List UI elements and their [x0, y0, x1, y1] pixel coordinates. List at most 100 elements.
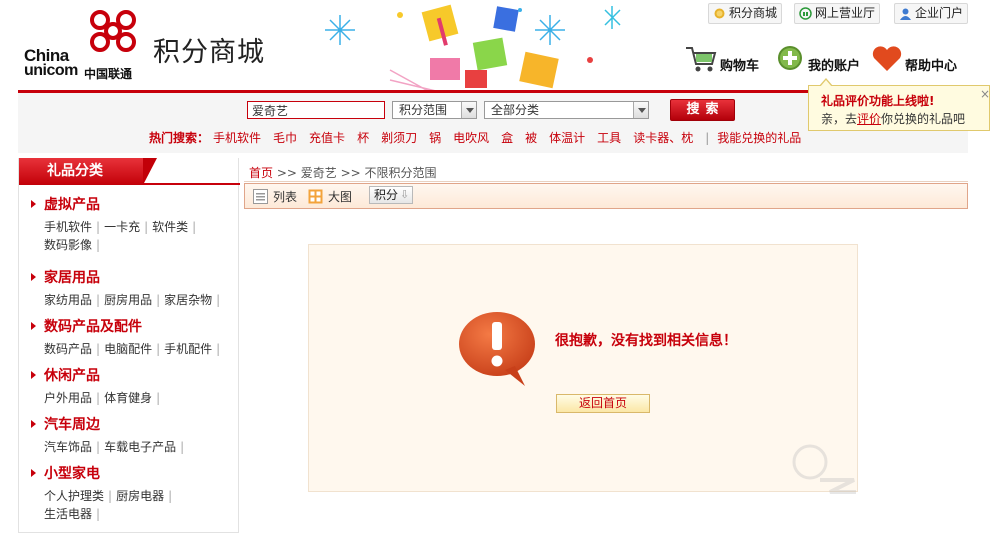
category-link[interactable]: 汽车饰品	[44, 440, 92, 454]
grid-view-icon	[308, 189, 323, 204]
headset-icon	[799, 7, 812, 20]
category-link[interactable]: 手机配件	[164, 342, 212, 356]
breadcrumb-sep: >>	[273, 166, 301, 180]
tooltip-suffix: 你兑换的礼品吧	[881, 112, 966, 126]
category-link[interactable]: 数码影像	[44, 238, 92, 252]
hot-keyword[interactable]: 盒	[501, 129, 513, 146]
hot-keyword[interactable]: 被	[525, 129, 537, 146]
hot-keyword[interactable]: 读卡器、枕	[633, 129, 693, 146]
search-button[interactable]: 搜索	[670, 99, 735, 121]
arrow-down-icon: ⇩	[400, 188, 410, 201]
category-link[interactable]: 户外用品	[44, 391, 92, 405]
nav-cart-label: 购物车	[720, 59, 760, 74]
breadcrumb-scope: 不限积分范围	[364, 166, 437, 180]
category-link[interactable]: 电脑配件	[104, 342, 152, 356]
category-name[interactable]: 数码产品及配件	[44, 316, 142, 336]
category-link[interactable]: 数码产品	[44, 342, 92, 356]
category-group: 家居用品 家纺用品 | 厨房用品 | 家居杂物 |	[29, 267, 234, 309]
category-group: 虚拟产品 手机软件 | 一卡充 | 软件类 | 数码影像 |	[29, 194, 234, 254]
chevron-down-icon[interactable]	[461, 102, 476, 118]
hot-keyword[interactable]: 杯	[357, 129, 369, 146]
category-link[interactable]: 软件类	[152, 220, 188, 234]
category-title[interactable]: 小型家电	[29, 463, 234, 483]
unicom-knot-icon	[90, 10, 136, 52]
china-unicom-logo[interactable]: China unicom 中国联通	[22, 8, 147, 81]
category-sidebar: 礼品分类 虚拟产品 手机软件 | 一卡充 | 软件类 | 数码影像 | 家居用品 家纺用品 | 厨…	[18, 158, 240, 533]
nav-account-label: 我的账户	[808, 59, 861, 74]
category-link[interactable]: 体育健身	[104, 391, 152, 405]
hot-search-label: 热门搜索：	[149, 131, 210, 145]
breadcrumb: 首页 >> 爱奇艺 >> 不限积分范围	[249, 164, 437, 181]
hot-search-row: 热门搜索： 手机软件 毛巾 充值卡 杯 剃须刀 锅 电吹风 盒 被 体温计 工具…	[149, 129, 813, 146]
category-name[interactable]: 家居用品	[44, 267, 100, 287]
category-links: 汽车饰品 | 车载电子产品 |	[44, 440, 185, 454]
sidebar-header: 礼品分类	[19, 158, 240, 185]
view-grid-label: 大图	[328, 190, 353, 204]
redeemable-gifts-link[interactable]: 我能兑换的礼品	[717, 129, 801, 146]
category-link[interactable]: 家纺用品	[44, 293, 92, 307]
review-link[interactable]: 评价	[857, 112, 881, 126]
category-title[interactable]: 数码产品及配件	[29, 316, 234, 336]
category-title[interactable]: 汽车周边	[29, 414, 234, 434]
category-link[interactable]: 手机软件	[44, 220, 92, 234]
category-title[interactable]: 家居用品	[29, 267, 234, 287]
sidebar-title: 礼品分类	[19, 158, 157, 185]
site-title: 积分商城	[153, 37, 265, 68]
back-home-button[interactable]: 返回首页	[556, 394, 650, 413]
hot-keyword[interactable]: 毛巾	[273, 129, 297, 146]
close-icon[interactable]: ×	[979, 88, 990, 100]
hot-keyword[interactable]: 手机软件	[213, 129, 261, 146]
triangle-right-icon	[31, 273, 36, 281]
top-link-online-hall[interactable]: 网上营业厅	[794, 3, 881, 24]
list-view-icon	[253, 189, 268, 204]
warning-bubble-icon	[459, 312, 535, 386]
category-group: 数码产品及配件 数码产品 | 电脑配件 | 手机配件 |	[29, 316, 234, 358]
hot-keyword[interactable]: 充值卡	[309, 129, 345, 146]
category-group: 汽车周边 汽车饰品 | 车载电子产品 |	[29, 414, 234, 456]
breadcrumb-home[interactable]: 首页	[249, 166, 273, 180]
category-name[interactable]: 小型家电	[44, 463, 100, 483]
nav-help[interactable]: 帮助中心	[871, 44, 957, 74]
category-select[interactable]: 全部分类	[484, 101, 649, 119]
nav-account[interactable]: 我的账户	[776, 44, 860, 74]
sort-by-points-button[interactable]: 积分 ⇩	[369, 186, 414, 204]
category-title[interactable]: 虚拟产品	[29, 194, 234, 214]
top-link-enterprise[interactable]: 企业门户	[894, 3, 969, 24]
points-range-select[interactable]: 积分范围	[392, 101, 477, 119]
breadcrumb-divider	[244, 181, 968, 182]
category-link[interactable]: 厨房电器	[116, 489, 164, 503]
triangle-right-icon	[31, 200, 36, 208]
search-input[interactable]	[247, 101, 385, 119]
coins-icon	[714, 8, 725, 19]
category-name[interactable]: 虚拟产品	[44, 194, 100, 214]
tooltip-body: 亲，去评价你兑换的礼品吧	[821, 110, 965, 127]
hot-keyword[interactable]: 剃须刀	[381, 129, 417, 146]
breadcrumb-keyword[interactable]: 爱奇艺	[301, 166, 337, 180]
category-links: 户外用品 | 体育健身 |	[44, 391, 161, 405]
category-link[interactable]: 个人护理类	[44, 489, 104, 503]
category-link[interactable]: 厨房用品	[104, 293, 152, 307]
view-list-option[interactable]: 列表	[253, 188, 297, 205]
category-link[interactable]: 车载电子产品	[104, 440, 176, 454]
view-list-label: 列表	[273, 190, 298, 204]
top-link-points-mall[interactable]: 积分商城	[708, 3, 783, 24]
category-name[interactable]: 休闲产品	[44, 365, 100, 385]
sort-label: 积分	[374, 188, 399, 202]
category-group: 小型家电 个人护理类 | 厨房电器 | 生活电器 |	[29, 463, 234, 523]
hot-keyword[interactable]: 体温计	[549, 129, 585, 146]
hot-keyword[interactable]: 工具	[597, 129, 621, 146]
category-link[interactable]: 家居杂物	[164, 293, 212, 307]
chevron-down-icon[interactable]	[633, 102, 648, 118]
category-name[interactable]: 汽车周边	[44, 414, 100, 434]
top-link-label: 积分商城	[729, 6, 778, 20]
category-group: 休闲产品 户外用品 | 体育健身 |	[29, 365, 234, 407]
hot-keyword[interactable]: 锅	[429, 129, 441, 146]
category-link[interactable]: 一卡充	[104, 220, 140, 234]
view-grid-option[interactable]: 大图	[308, 188, 352, 205]
hot-separator: |	[705, 130, 710, 145]
logo-cn: 中国联通	[84, 67, 133, 81]
category-link[interactable]: 生活电器	[44, 507, 92, 521]
hot-keyword[interactable]: 电吹风	[453, 129, 489, 146]
nav-cart[interactable]: 购物车	[684, 44, 759, 74]
category-title[interactable]: 休闲产品	[29, 365, 234, 385]
